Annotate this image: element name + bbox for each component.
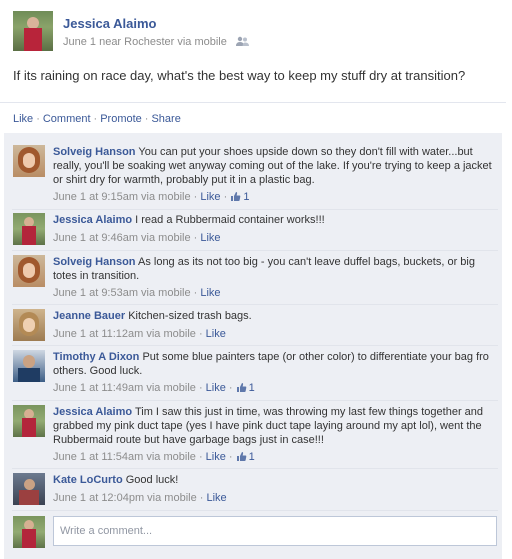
comment-like-link[interactable]: Like [200, 232, 220, 244]
comment-separator [12, 250, 498, 251]
commenter-name[interactable]: Solveig Hanson [53, 256, 136, 268]
comment-meta: June 1 at 12:04pm via mobile · Like [53, 492, 227, 504]
comment-item: Solveig Hanson As long as its not too bi… [13, 255, 498, 301]
post-text: If its raining on race day, what's the b… [13, 68, 466, 83]
comment-item: Jessica Alaimo I read a Rubbermaid conta… [13, 213, 498, 247]
viewer-avatar [13, 516, 45, 548]
commenter-name[interactable]: Jeanne Bauer [53, 310, 125, 322]
comment-separator [12, 209, 498, 210]
post-header: Jessica Alaimo June 1 near Rochester via… [13, 11, 503, 55]
commenter-name[interactable]: Solveig Hanson [53, 146, 136, 158]
comment-input-box[interactable] [53, 516, 497, 546]
commenter-avatar[interactable] [13, 350, 45, 382]
comment-like-link[interactable]: Like [200, 287, 220, 299]
comment-body: Solveig Hanson As long as its not too bi… [53, 255, 493, 283]
author-avatar[interactable] [13, 11, 53, 51]
comment-body: Timothy A Dixon Put some blue painters t… [53, 350, 493, 378]
like-count[interactable]: 1 [249, 382, 255, 394]
comment-separator [12, 304, 498, 305]
commenter-name[interactable]: Kate LoCurto [53, 474, 123, 486]
comment-item: Kate LoCurto Good luck! June 1 at 12:04p… [13, 473, 498, 507]
comment-timestamp[interactable]: June 1 at 12:04pm via mobile [53, 492, 197, 504]
share-link[interactable]: Share [151, 113, 180, 125]
post-actions: Like · Comment · Promote · Share [13, 113, 181, 125]
comment-body: Jeanne Bauer Kitchen-sized trash bags. [53, 309, 493, 323]
comment-separator [12, 400, 498, 401]
comment-body: Solveig Hanson You can put your shoes up… [53, 145, 493, 187]
comment-item: Solveig Hanson You can put your shoes up… [13, 145, 498, 205]
comment-item: Timothy A Dixon Put some blue painters t… [13, 350, 498, 396]
comment-separator [12, 510, 498, 511]
comment-text: I read a Rubbermaid container works!!! [135, 214, 325, 226]
comment-meta: June 1 at 9:53am via mobile · Like [53, 287, 221, 299]
comment-separator [12, 345, 498, 346]
thumbs-up-icon[interactable] [236, 451, 247, 465]
comment-separator [12, 468, 498, 469]
comment-text: Kitchen-sized trash bags. [128, 310, 252, 322]
comment-body: Jessica Alaimo I read a Rubbermaid conta… [53, 213, 493, 227]
comment-text: Good luck! [125, 474, 179, 486]
comment-item: Jessica Alaimo Tim I saw this just in ti… [13, 405, 498, 465]
author-name[interactable]: Jessica Alaimo [63, 16, 156, 31]
comment-like-link[interactable]: Like [200, 191, 220, 203]
commenter-avatar[interactable] [13, 405, 45, 437]
commenter-avatar[interactable] [13, 145, 45, 177]
comment-composer [13, 516, 500, 550]
comment-timestamp[interactable]: June 1 at 11:49am via mobile [53, 382, 196, 394]
comment-link[interactable]: Comment [43, 113, 91, 125]
commenter-avatar[interactable] [13, 473, 45, 505]
comment-meta: June 1 at 9:46am via mobile · Like [53, 232, 221, 244]
commenter-avatar[interactable] [13, 309, 45, 341]
comment-meta: June 1 at 9:15am via mobile · Like · 1 [53, 191, 250, 205]
comment-meta: June 1 at 11:12am via mobile · Like [53, 328, 226, 340]
comment-like-link[interactable]: Like [206, 328, 226, 340]
comment-like-link[interactable]: Like [206, 492, 226, 504]
comment-like-link[interactable]: Like [206, 382, 226, 394]
commenter-name[interactable]: Timothy A Dixon [53, 351, 139, 363]
post-timestamp[interactable]: June 1 near Rochester via mobile [63, 36, 227, 48]
commenter-name[interactable]: Jessica Alaimo [53, 406, 132, 418]
thumbs-up-icon[interactable] [230, 191, 241, 205]
comment-meta: June 1 at 11:49am via mobile · Like · 1 [53, 382, 255, 396]
commenter-avatar[interactable] [13, 255, 45, 287]
comment-input[interactable] [60, 518, 490, 544]
comment-timestamp[interactable]: June 1 at 11:12am via mobile [53, 328, 196, 340]
comment-timestamp[interactable]: June 1 at 9:15am via mobile [53, 191, 191, 203]
promote-link[interactable]: Promote [100, 113, 142, 125]
comment-body: Kate LoCurto Good luck! [53, 473, 493, 487]
comment-timestamp[interactable]: June 1 at 9:46am via mobile [53, 232, 191, 244]
like-count[interactable]: 1 [249, 451, 255, 463]
comment-item: Jeanne Bauer Kitchen-sized trash bags. J… [13, 309, 498, 343]
comment-like-link[interactable]: Like [206, 451, 226, 463]
like-count[interactable]: 1 [243, 191, 249, 203]
comment-body: Jessica Alaimo Tim I saw this just in ti… [53, 405, 493, 447]
comment-timestamp[interactable]: June 1 at 11:54am via mobile [53, 451, 196, 463]
comment-meta: June 1 at 11:54am via mobile · Like · 1 [53, 451, 255, 465]
thumbs-up-icon[interactable] [236, 382, 247, 396]
like-link[interactable]: Like [13, 113, 33, 125]
divider [0, 102, 506, 103]
post-meta: June 1 near Rochester via mobile [63, 36, 249, 50]
comment-timestamp[interactable]: June 1 at 9:53am via mobile [53, 287, 191, 299]
friends-icon[interactable] [235, 36, 249, 50]
commenter-name[interactable]: Jessica Alaimo [53, 214, 132, 226]
commenter-avatar[interactable] [13, 213, 45, 245]
